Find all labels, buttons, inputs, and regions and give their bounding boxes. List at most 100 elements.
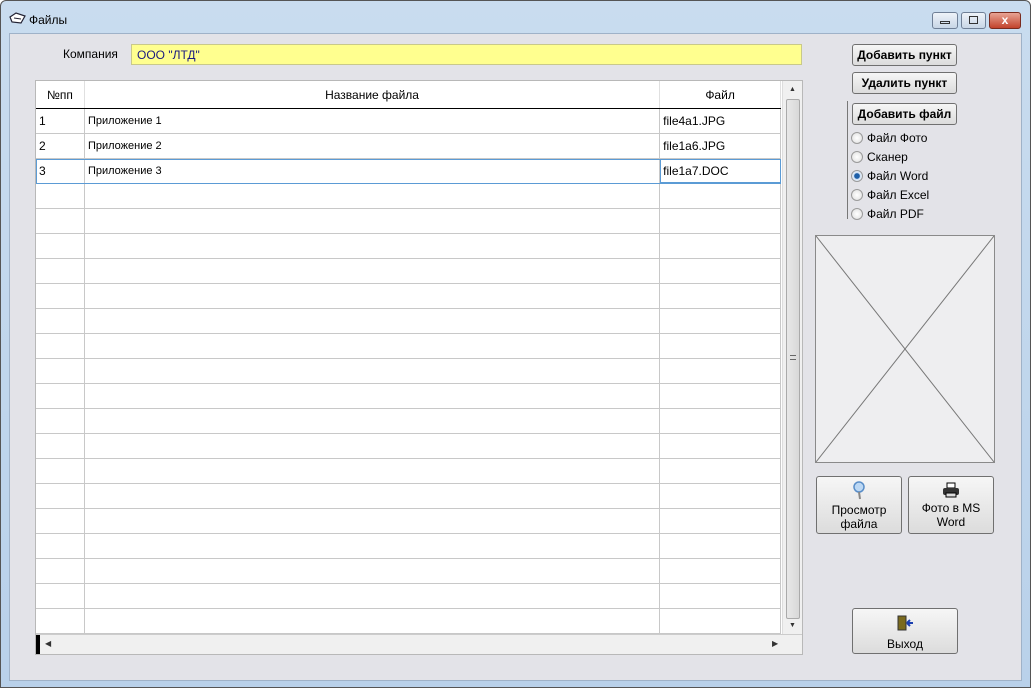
table-row[interactable] bbox=[36, 459, 781, 484]
row-name[interactable] bbox=[85, 434, 661, 458]
row-num[interactable]: 3 bbox=[36, 159, 85, 183]
row-file[interactable] bbox=[660, 584, 781, 608]
row-num[interactable] bbox=[36, 309, 85, 333]
table-row[interactable] bbox=[36, 409, 781, 434]
table-row[interactable] bbox=[36, 359, 781, 384]
row-num[interactable] bbox=[36, 434, 85, 458]
row-name[interactable] bbox=[85, 259, 661, 283]
table-row[interactable]: 3 Приложение 3 file1a7.DOC bbox=[36, 159, 781, 184]
radio-circle-icon[interactable] bbox=[851, 189, 863, 201]
row-file[interactable] bbox=[660, 509, 781, 533]
table-row[interactable] bbox=[36, 234, 781, 259]
row-name[interactable] bbox=[85, 509, 661, 533]
header-name[interactable]: Название файла bbox=[84, 81, 661, 108]
table-row[interactable] bbox=[36, 284, 781, 309]
scroll-thumb[interactable] bbox=[786, 99, 800, 619]
row-name[interactable] bbox=[85, 284, 661, 308]
close-button[interactable]: x bbox=[989, 12, 1021, 29]
row-name[interactable] bbox=[85, 359, 661, 383]
row-name[interactable]: Приложение 2 bbox=[85, 134, 661, 158]
table-row[interactable] bbox=[36, 209, 781, 234]
scroll-right-icon[interactable]: ▶ bbox=[772, 639, 778, 648]
row-file[interactable] bbox=[660, 184, 781, 208]
radio-file-type[interactable]: Файл Word bbox=[851, 169, 928, 183]
row-num[interactable] bbox=[36, 409, 85, 433]
row-file[interactable] bbox=[660, 359, 781, 383]
table-row[interactable] bbox=[36, 484, 781, 509]
table-row[interactable] bbox=[36, 534, 781, 559]
row-file[interactable] bbox=[660, 309, 781, 333]
row-name[interactable] bbox=[85, 459, 661, 483]
row-name[interactable] bbox=[85, 384, 661, 408]
radio-file-type[interactable]: Файл Фото bbox=[851, 131, 927, 145]
table-row[interactable] bbox=[36, 509, 781, 534]
table-row[interactable] bbox=[36, 309, 781, 334]
row-num[interactable]: 2 bbox=[36, 134, 85, 158]
radio-circle-icon[interactable] bbox=[851, 170, 863, 182]
vertical-scrollbar[interactable]: ▲ ▼ bbox=[782, 81, 802, 634]
row-num[interactable] bbox=[36, 259, 85, 283]
photo-word-button[interactable]: Фото в MS Word bbox=[908, 476, 994, 534]
row-file[interactable] bbox=[660, 284, 781, 308]
scroll-left-icon[interactable]: ◀ bbox=[45, 639, 51, 648]
row-file[interactable]: file4a1.JPG bbox=[660, 109, 781, 133]
row-num[interactable] bbox=[36, 584, 85, 608]
radio-circle-icon[interactable] bbox=[851, 208, 863, 220]
row-name[interactable] bbox=[85, 184, 661, 208]
row-file[interactable] bbox=[660, 609, 781, 633]
row-file[interactable]: file1a7.DOC bbox=[660, 159, 781, 183]
row-file[interactable] bbox=[660, 384, 781, 408]
horizontal-scrollbar[interactable]: ◀ ▶ bbox=[36, 634, 802, 654]
row-file[interactable] bbox=[660, 534, 781, 558]
row-num[interactable] bbox=[36, 184, 85, 208]
row-name[interactable] bbox=[85, 584, 661, 608]
table-row[interactable] bbox=[36, 384, 781, 409]
radio-circle-icon[interactable] bbox=[851, 132, 863, 144]
table-row[interactable] bbox=[36, 334, 781, 359]
row-name[interactable] bbox=[85, 309, 661, 333]
minimize-button[interactable] bbox=[932, 12, 958, 29]
header-num[interactable]: №пп bbox=[36, 81, 85, 108]
table-row[interactable] bbox=[36, 609, 781, 634]
radio-file-type[interactable]: Файл PDF bbox=[851, 207, 924, 221]
header-file[interactable]: Файл bbox=[660, 81, 781, 108]
row-num[interactable] bbox=[36, 559, 85, 583]
delete-item-button[interactable]: Удалить пункт bbox=[852, 72, 957, 94]
add-file-button[interactable]: Добавить файл bbox=[852, 103, 957, 125]
row-num[interactable] bbox=[36, 209, 85, 233]
row-file[interactable] bbox=[660, 484, 781, 508]
row-name[interactable]: Приложение 3 bbox=[85, 159, 661, 183]
row-num[interactable] bbox=[36, 509, 85, 533]
scroll-thumb-horizontal[interactable] bbox=[36, 635, 40, 654]
row-file[interactable] bbox=[660, 559, 781, 583]
row-num[interactable] bbox=[36, 484, 85, 508]
scroll-down-icon[interactable]: ▼ bbox=[789, 622, 796, 629]
table-row[interactable]: 2 Приложение 2 file1a6.JPG bbox=[36, 134, 781, 159]
radio-circle-icon[interactable] bbox=[851, 151, 863, 163]
row-num[interactable] bbox=[36, 534, 85, 558]
add-item-button[interactable]: Добавить пункт bbox=[852, 44, 957, 66]
row-file[interactable] bbox=[660, 434, 781, 458]
row-name[interactable] bbox=[85, 484, 661, 508]
row-num[interactable] bbox=[36, 234, 85, 258]
row-file[interactable] bbox=[660, 459, 781, 483]
table-row[interactable] bbox=[36, 559, 781, 584]
row-name[interactable] bbox=[85, 234, 661, 258]
table-row[interactable] bbox=[36, 259, 781, 284]
row-num[interactable] bbox=[36, 459, 85, 483]
row-num[interactable] bbox=[36, 384, 85, 408]
row-name[interactable] bbox=[85, 334, 661, 358]
row-file[interactable] bbox=[660, 209, 781, 233]
row-file[interactable] bbox=[660, 259, 781, 283]
table-row[interactable] bbox=[36, 434, 781, 459]
table-row[interactable]: 1 Приложение 1 file4a1.JPG bbox=[36, 109, 781, 134]
row-name[interactable]: Приложение 1 bbox=[85, 109, 661, 133]
table-row[interactable] bbox=[36, 184, 781, 209]
company-field[interactable]: ООО "ЛТД" bbox=[131, 44, 802, 65]
scroll-up-icon[interactable]: ▲ bbox=[789, 86, 796, 93]
row-num[interactable] bbox=[36, 359, 85, 383]
row-name[interactable] bbox=[85, 409, 661, 433]
radio-file-type[interactable]: Сканер bbox=[851, 150, 908, 164]
table-row[interactable] bbox=[36, 584, 781, 609]
row-file[interactable] bbox=[660, 234, 781, 258]
